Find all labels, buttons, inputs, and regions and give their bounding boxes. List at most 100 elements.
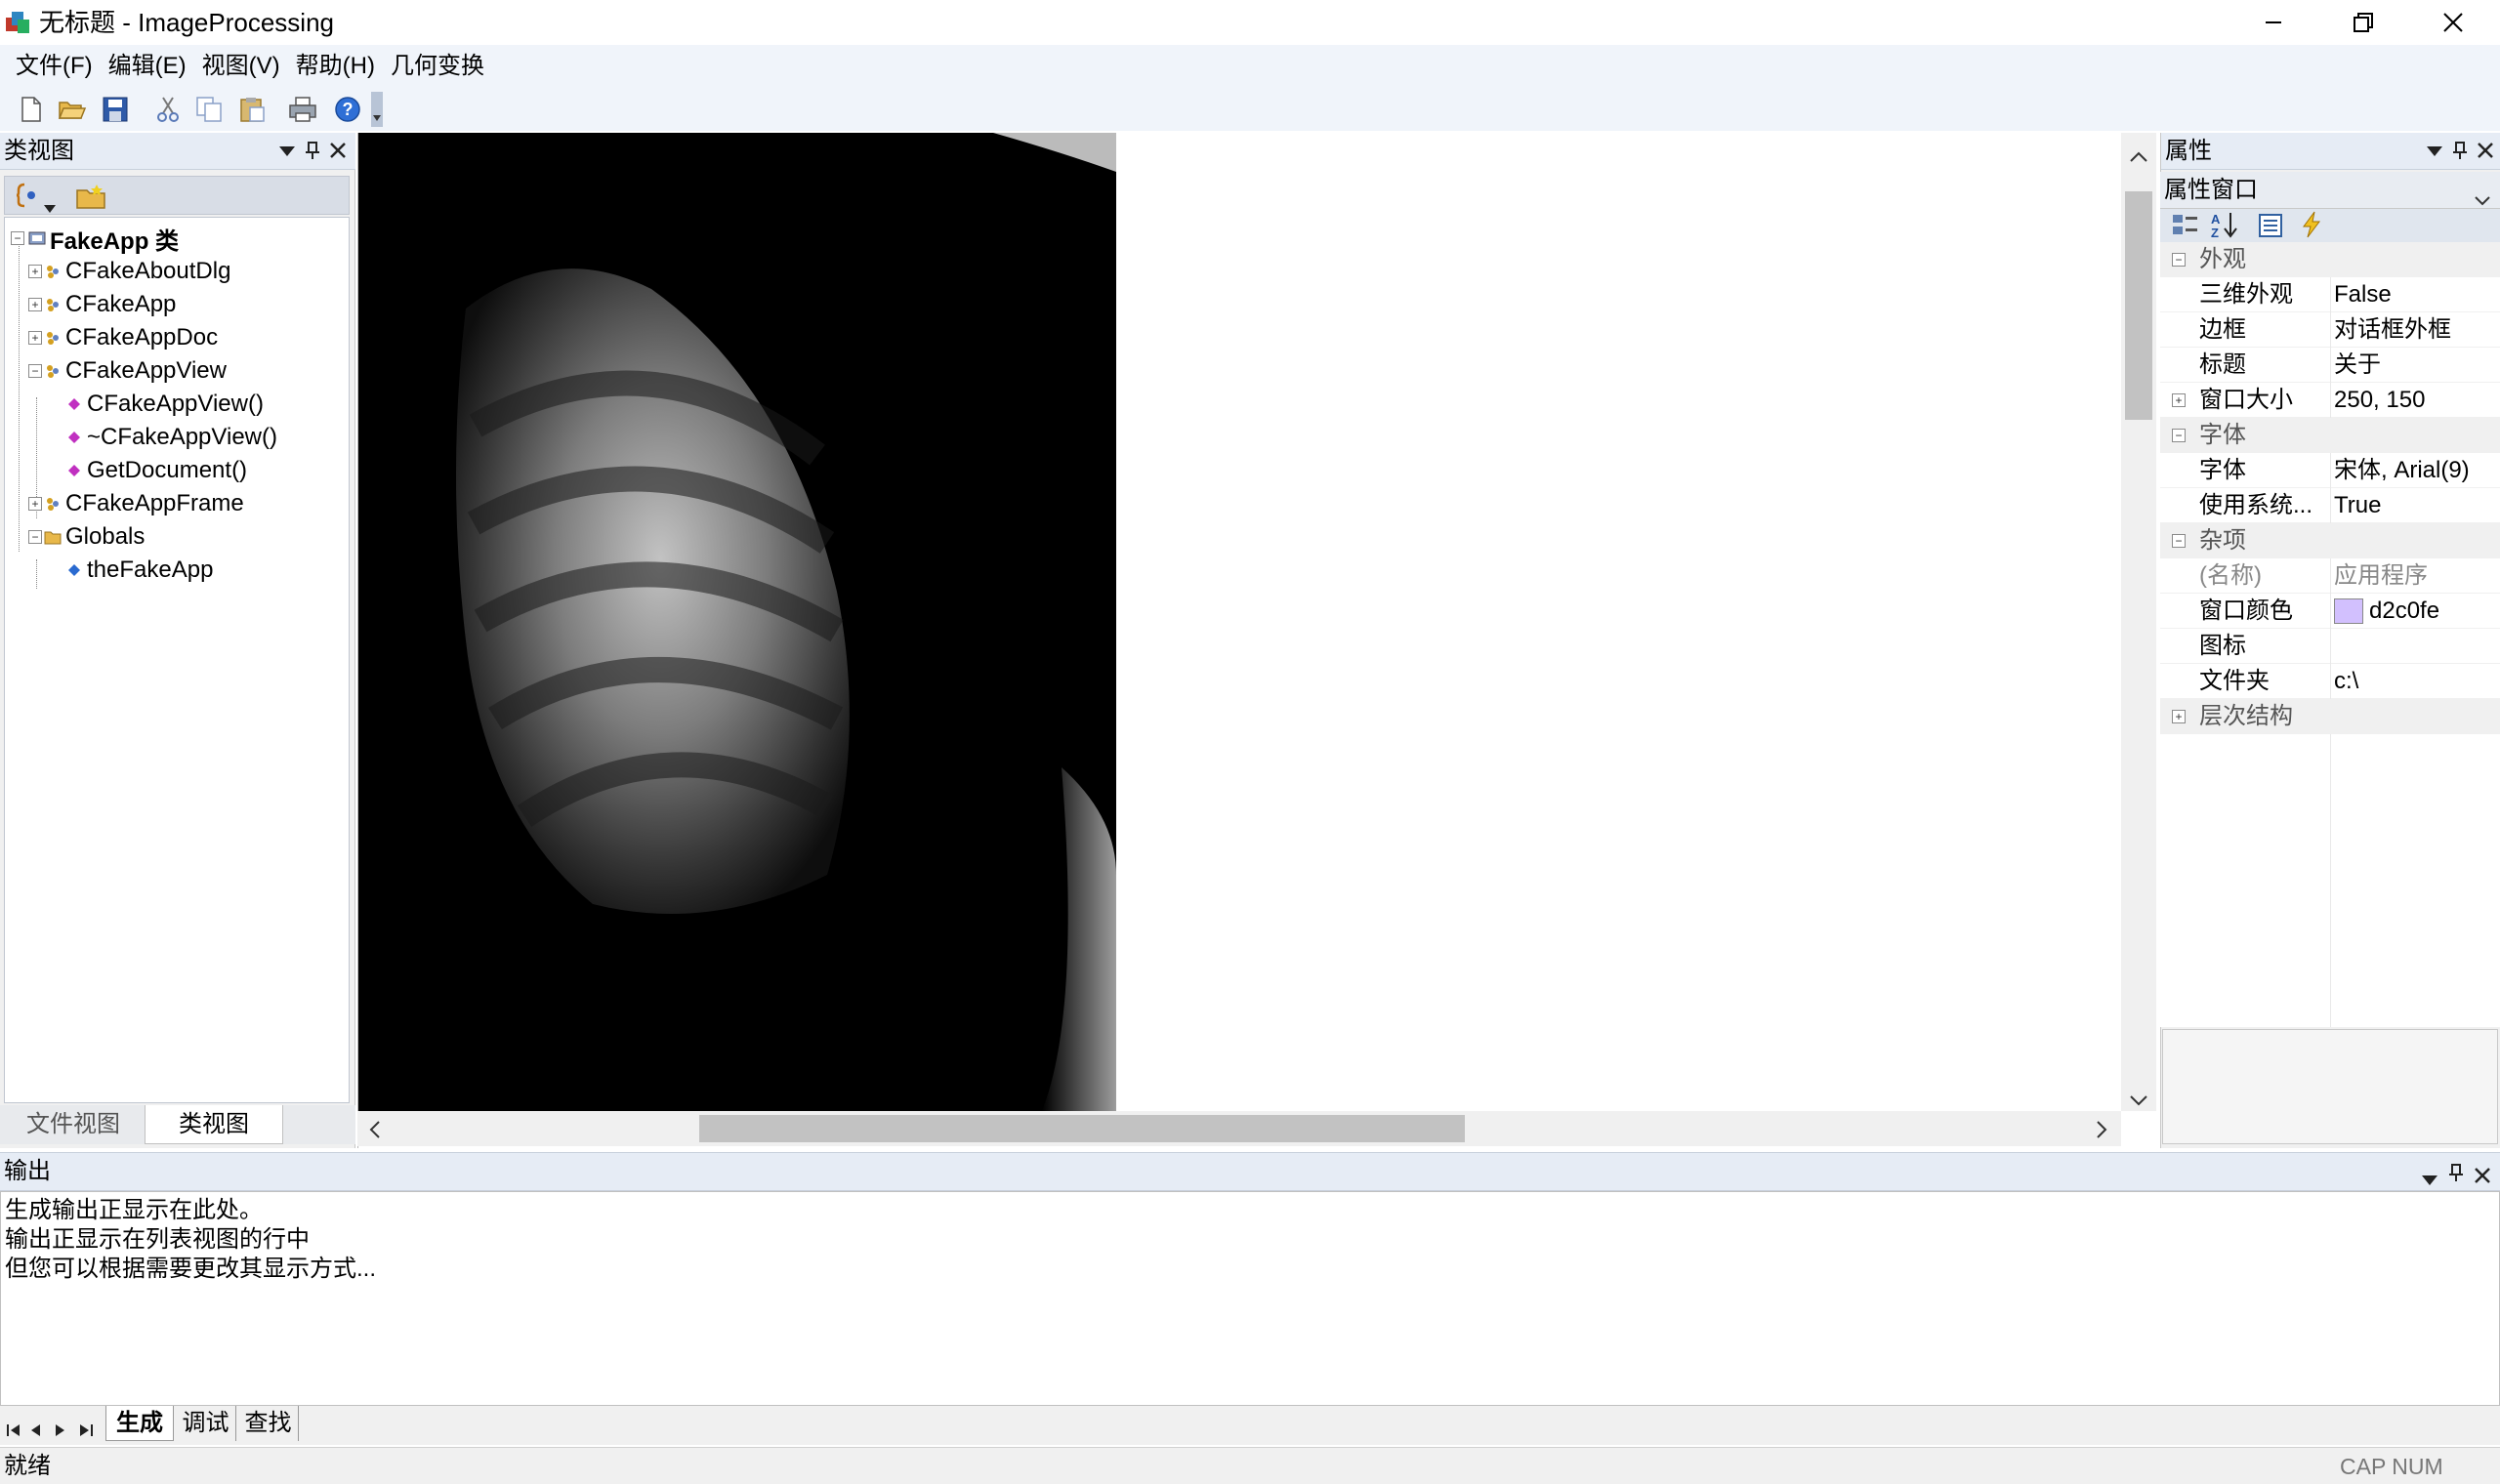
scroll-right-icon[interactable] (2096, 1119, 2109, 1146)
collapse-icon[interactable]: − (11, 231, 24, 245)
expand-icon[interactable]: + (28, 298, 42, 311)
properties-toolbar: AZ (2160, 209, 2500, 242)
properties-header: 属性 (2161, 133, 2500, 170)
collapse-icon[interactable]: − (28, 530, 42, 544)
horizontal-scroll-thumb[interactable] (699, 1115, 1465, 1142)
alphabetical-icon[interactable]: AZ (2211, 211, 2242, 245)
toolbar-overflow-icon[interactable] (369, 92, 385, 127)
property-row[interactable]: 图标 (2160, 629, 2500, 664)
property-row[interactable]: 文件夹 c:\ (2160, 664, 2500, 699)
close-button[interactable] (2408, 0, 2498, 45)
pane-menu-icon[interactable] (2423, 139, 2446, 162)
help-icon[interactable]: ? (330, 92, 365, 127)
tree-root[interactable]: − FakeApp 类 (11, 222, 179, 255)
tab-build[interactable]: 生成 (105, 1406, 174, 1441)
property-category-misc[interactable]: − 杂项 (2160, 523, 2500, 558)
vertical-scrollbar[interactable] (2121, 133, 2156, 1111)
next-tab-icon[interactable] (55, 1418, 66, 1445)
dropdown-arrow-icon[interactable] (44, 192, 56, 220)
property-row[interactable]: 使用系统... True (2160, 488, 2500, 523)
svg-text:Z: Z (2211, 226, 2219, 238)
prev-tab-icon[interactable] (29, 1418, 41, 1445)
close-pane-icon[interactable] (2475, 1163, 2490, 1190)
tab-file-view[interactable]: 文件视图 (4, 1105, 143, 1144)
expand-icon[interactable]: + (2172, 393, 2186, 407)
tab-find[interactable]: 查找 (238, 1406, 299, 1441)
collapse-icon[interactable]: − (2172, 534, 2186, 548)
property-row[interactable]: (名称) 应用程序 (2160, 558, 2500, 594)
sort-icon[interactable] (16, 183, 40, 215)
pane-menu-icon[interactable] (275, 139, 299, 162)
restore-button[interactable] (2318, 0, 2408, 45)
vertical-scroll-thumb[interactable] (2125, 191, 2152, 420)
categorized-icon[interactable] (2172, 213, 2199, 245)
tree-item[interactable]: + CFakeAppDoc (28, 321, 218, 354)
scroll-left-icon[interactable] (367, 1119, 381, 1146)
class-folder-icon (28, 229, 46, 247)
pin-icon[interactable] (2448, 139, 2472, 162)
document-view (357, 133, 2123, 1148)
copy-icon[interactable] (191, 92, 227, 127)
scroll-up-icon[interactable] (2129, 143, 2148, 170)
menu-edit[interactable]: 编辑(E) (101, 47, 194, 86)
property-pages-icon[interactable] (2258, 213, 2283, 245)
property-row[interactable]: 窗口颜色 d2c0fe (2160, 594, 2500, 629)
property-row[interactable]: 标题 关于 (2160, 348, 2500, 383)
pin-icon[interactable] (301, 139, 324, 162)
save-icon[interactable] (98, 92, 133, 127)
pane-menu-icon[interactable] (2422, 1165, 2438, 1192)
new-icon[interactable] (14, 92, 49, 127)
expand-icon[interactable]: + (2172, 710, 2186, 723)
tree-item[interactable]: − CFakeAppView (28, 354, 227, 388)
property-category-font[interactable]: − 字体 (2160, 418, 2500, 453)
close-pane-icon[interactable] (2474, 139, 2497, 162)
tree-item[interactable]: + CFakeApp (28, 288, 176, 321)
minimize-button[interactable] (2229, 0, 2318, 45)
properties-combo[interactable]: 属性窗口 (2160, 172, 2500, 209)
open-icon[interactable] (55, 92, 90, 127)
property-category-hierarchy[interactable]: + 层次结构 (2160, 699, 2500, 734)
property-row[interactable]: 字体 宋体, Arial(9) (2160, 453, 2500, 488)
tree-item[interactable]: ~CFakeAppView() (65, 421, 277, 454)
property-row[interactable]: 三维外观 False (2160, 277, 2500, 312)
tab-class-view[interactable]: 类视图 (145, 1105, 283, 1144)
expand-icon[interactable]: + (28, 265, 42, 278)
class-view-toolbar (4, 176, 350, 215)
events-icon[interactable] (2301, 211, 2322, 245)
tree-item[interactable]: theFakeApp (65, 554, 213, 587)
last-tab-icon[interactable] (78, 1418, 94, 1445)
menu-help[interactable]: 帮助(H) (288, 47, 383, 86)
collapse-icon[interactable]: − (28, 364, 42, 378)
collapse-icon[interactable]: − (2172, 429, 2186, 442)
close-pane-icon[interactable] (326, 139, 350, 162)
tree-item[interactable]: − Globals (28, 520, 145, 554)
tree-item[interactable]: GetDocument() (65, 454, 247, 487)
tab-debug[interactable]: 调试 (176, 1406, 236, 1441)
method-icon (65, 462, 83, 479)
tree-item[interactable]: CFakeAppView() (65, 388, 264, 421)
pin-icon[interactable] (2449, 1161, 2463, 1188)
property-row[interactable]: 边框 对话框外框 (2160, 312, 2500, 348)
print-icon[interactable] (285, 92, 320, 127)
output-list[interactable]: 生成输出正显示在此处。 输出正显示在列表视图的行中 但您可以根据需要更改其显示方… (0, 1191, 2500, 1406)
horizontal-scrollbar[interactable] (357, 1111, 2121, 1146)
menu-geometry[interactable]: 几何变换 (383, 47, 492, 86)
tree-item[interactable]: + CFakeAboutDlg (28, 255, 230, 288)
property-row[interactable]: + 窗口大小 250, 150 (2160, 383, 2500, 418)
property-category-appearance[interactable]: − 外观 (2160, 242, 2500, 277)
first-tab-icon[interactable] (6, 1418, 21, 1445)
output-tabs: 生成 调试 查找 (0, 1406, 2500, 1445)
menu-file[interactable]: 文件(F) (8, 47, 101, 86)
expand-icon[interactable]: + (28, 331, 42, 345)
color-swatch[interactable] (2334, 598, 2363, 624)
collapse-icon[interactable]: − (2172, 253, 2186, 267)
menu-view[interactable]: 视图(V) (194, 47, 288, 86)
status-text: 就绪 (4, 1453, 51, 1479)
new-folder-icon[interactable] (75, 183, 106, 217)
paste-icon[interactable] (234, 92, 270, 127)
cut-icon[interactable] (150, 92, 186, 127)
expand-icon[interactable]: + (28, 497, 42, 511)
scroll-down-icon[interactable] (2129, 1088, 2148, 1115)
tree-item[interactable]: + CFakeAppFrame (28, 487, 244, 520)
xray-image (358, 133, 1116, 1111)
